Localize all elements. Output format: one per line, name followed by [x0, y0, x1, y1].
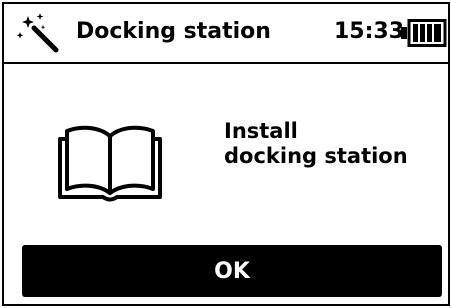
- clock-time: 15:33: [334, 19, 405, 44]
- status-header: Docking station 15:33: [4, 4, 448, 64]
- instruction-message: Install docking station: [224, 119, 408, 169]
- screen-title: Docking station: [76, 19, 271, 44]
- battery-icon: [401, 19, 447, 47]
- message-line-2: docking station: [224, 144, 408, 168]
- book-icon: [58, 125, 162, 202]
- message-line-1: Install: [224, 119, 298, 143]
- magic-wand-icon: [16, 13, 59, 53]
- ok-button[interactable]: OK: [22, 245, 442, 297]
